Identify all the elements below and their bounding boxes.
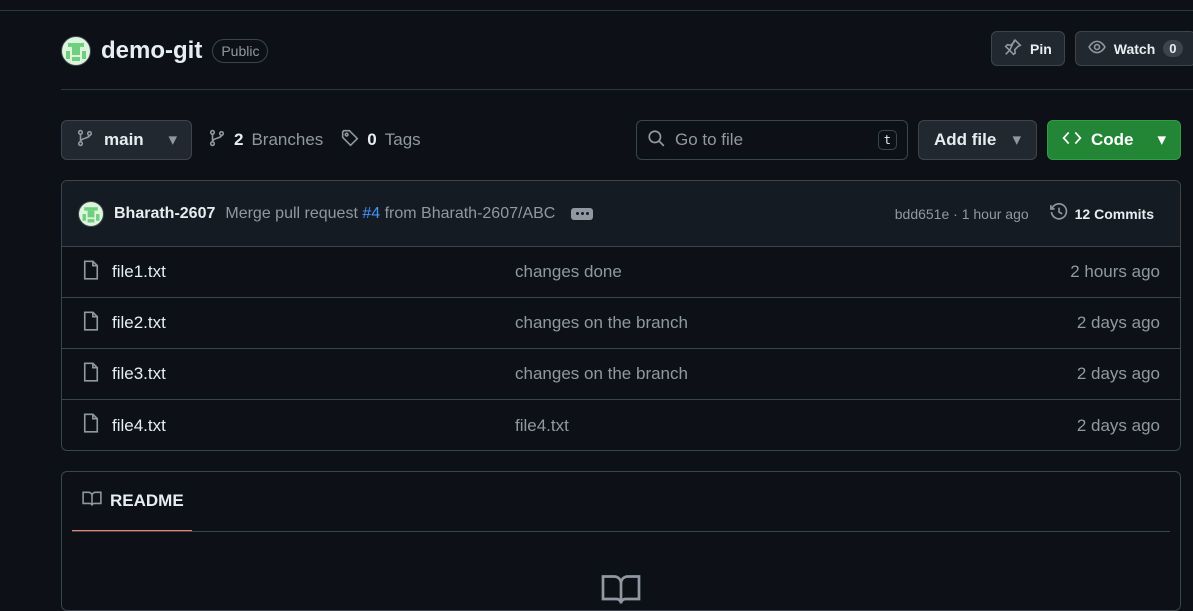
shortcut-key: t (877, 130, 897, 150)
watch-button[interactable]: Watch 0 (1074, 31, 1193, 66)
file-time: 2 hours ago (1070, 262, 1160, 281)
chevron-down-icon: ▾ (168, 130, 177, 149)
repo-meta-links: 2 Branches 0 Tags (208, 120, 421, 160)
file-commit-message[interactable]: changes on the branch (515, 313, 688, 333)
commit-message-suffix: from Bharath-2607/ABC (384, 204, 556, 222)
tags-label: Tags (384, 130, 421, 149)
table-row[interactable]: file3.txt changes on the branch 2 days a… (62, 349, 1180, 400)
file-time: 2 days ago (1076, 313, 1160, 332)
file-browser: Bharath-2607 Merge pull request #4 from … (61, 180, 1181, 451)
file-icon (82, 310, 100, 336)
avatar[interactable] (78, 200, 104, 227)
file-name[interactable]: file2.txt (112, 313, 515, 333)
visibility-badge: Public (212, 39, 269, 63)
file-name[interactable]: file1.txt (112, 262, 515, 282)
ellipsis-icon[interactable] (571, 207, 594, 220)
branch-icon (208, 129, 226, 152)
file-time: 2 days ago (1076, 364, 1160, 383)
search-icon (647, 129, 665, 152)
file-commit-message[interactable]: changes on the branch (515, 364, 688, 384)
watch-count: 0 (1163, 40, 1183, 57)
chevron-down-icon: ▾ (1157, 130, 1166, 149)
commits-label: 12 Commits (1074, 205, 1154, 222)
commit-hash-time[interactable]: bdd651e · 1 hour ago (895, 206, 1029, 222)
pull-request-link[interactable]: #4 (362, 205, 380, 222)
code-icon (1062, 129, 1082, 152)
book-icon (82, 490, 102, 513)
tags-link[interactable]: 0 Tags (341, 129, 421, 152)
chevron-down-icon: ▾ (1012, 130, 1021, 149)
table-row[interactable]: file2.txt changes on the branch 2 days a… (62, 298, 1180, 349)
branches-count: 2 (234, 130, 244, 149)
file-icon (82, 413, 100, 438)
tags-count: 0 (367, 130, 377, 149)
history-icon (1049, 202, 1069, 225)
file-time: 2 days ago (1076, 415, 1160, 435)
branches-label: Branches (251, 130, 324, 149)
table-row[interactable]: file1.txt changes done 2 hours ago (62, 247, 1180, 298)
header-actions: Pin Watch 0 (991, 31, 1193, 66)
file-commit-message[interactable]: file4.txt (515, 416, 569, 436)
file-name[interactable]: file3.txt (112, 364, 515, 384)
pin-button[interactable]: Pin (991, 31, 1065, 66)
readme-divider (72, 531, 1170, 532)
branch-name: main (104, 130, 144, 149)
readme-tab-label: README (110, 491, 184, 510)
file-name[interactable]: file4.txt (112, 416, 515, 436)
go-to-file-input[interactable]: Go to file t (636, 120, 908, 160)
commit-message-prefix: Merge pull request (225, 204, 358, 222)
file-commit-message[interactable]: changes done (515, 262, 622, 282)
pin-label: Pin (1030, 40, 1052, 57)
watch-label: Watch (1113, 40, 1156, 57)
commit-author[interactable]: Bharath-2607 (114, 205, 215, 223)
branches-link[interactable]: 2 Branches (208, 129, 323, 152)
repo-name[interactable]: demo-git (101, 37, 202, 65)
add-file-label: Add file (934, 130, 997, 149)
book-icon (599, 572, 643, 610)
readme-panel: README (61, 471, 1181, 611)
add-file-button[interactable]: Add file ▾ (918, 120, 1037, 160)
code-button[interactable]: Code ▾ (1047, 120, 1181, 160)
pin-icon (1004, 38, 1022, 59)
tag-icon (341, 129, 359, 152)
latest-commit-row: Bharath-2607 Merge pull request #4 from … (62, 181, 1180, 247)
branch-selector[interactable]: main ▾ (61, 120, 192, 160)
file-icon (82, 259, 100, 285)
avatar[interactable] (61, 36, 91, 66)
file-icon (82, 361, 100, 387)
commits-link[interactable]: 12 Commits (1049, 202, 1154, 225)
repo-header: demo-git Public (61, 33, 269, 69)
branch-icon (76, 129, 94, 152)
code-label: Code (1091, 130, 1134, 149)
eye-icon (1088, 38, 1106, 59)
header-divider (61, 89, 1193, 90)
top-border (0, 10, 1193, 11)
table-row[interactable]: file4.txt file4.txt 2 days ago (62, 400, 1180, 450)
tab-readme[interactable]: README (72, 472, 192, 532)
go-to-file-placeholder: Go to file (675, 130, 744, 149)
commit-message[interactable]: Merge pull request #4 from Bharath-2607/… (225, 205, 555, 223)
